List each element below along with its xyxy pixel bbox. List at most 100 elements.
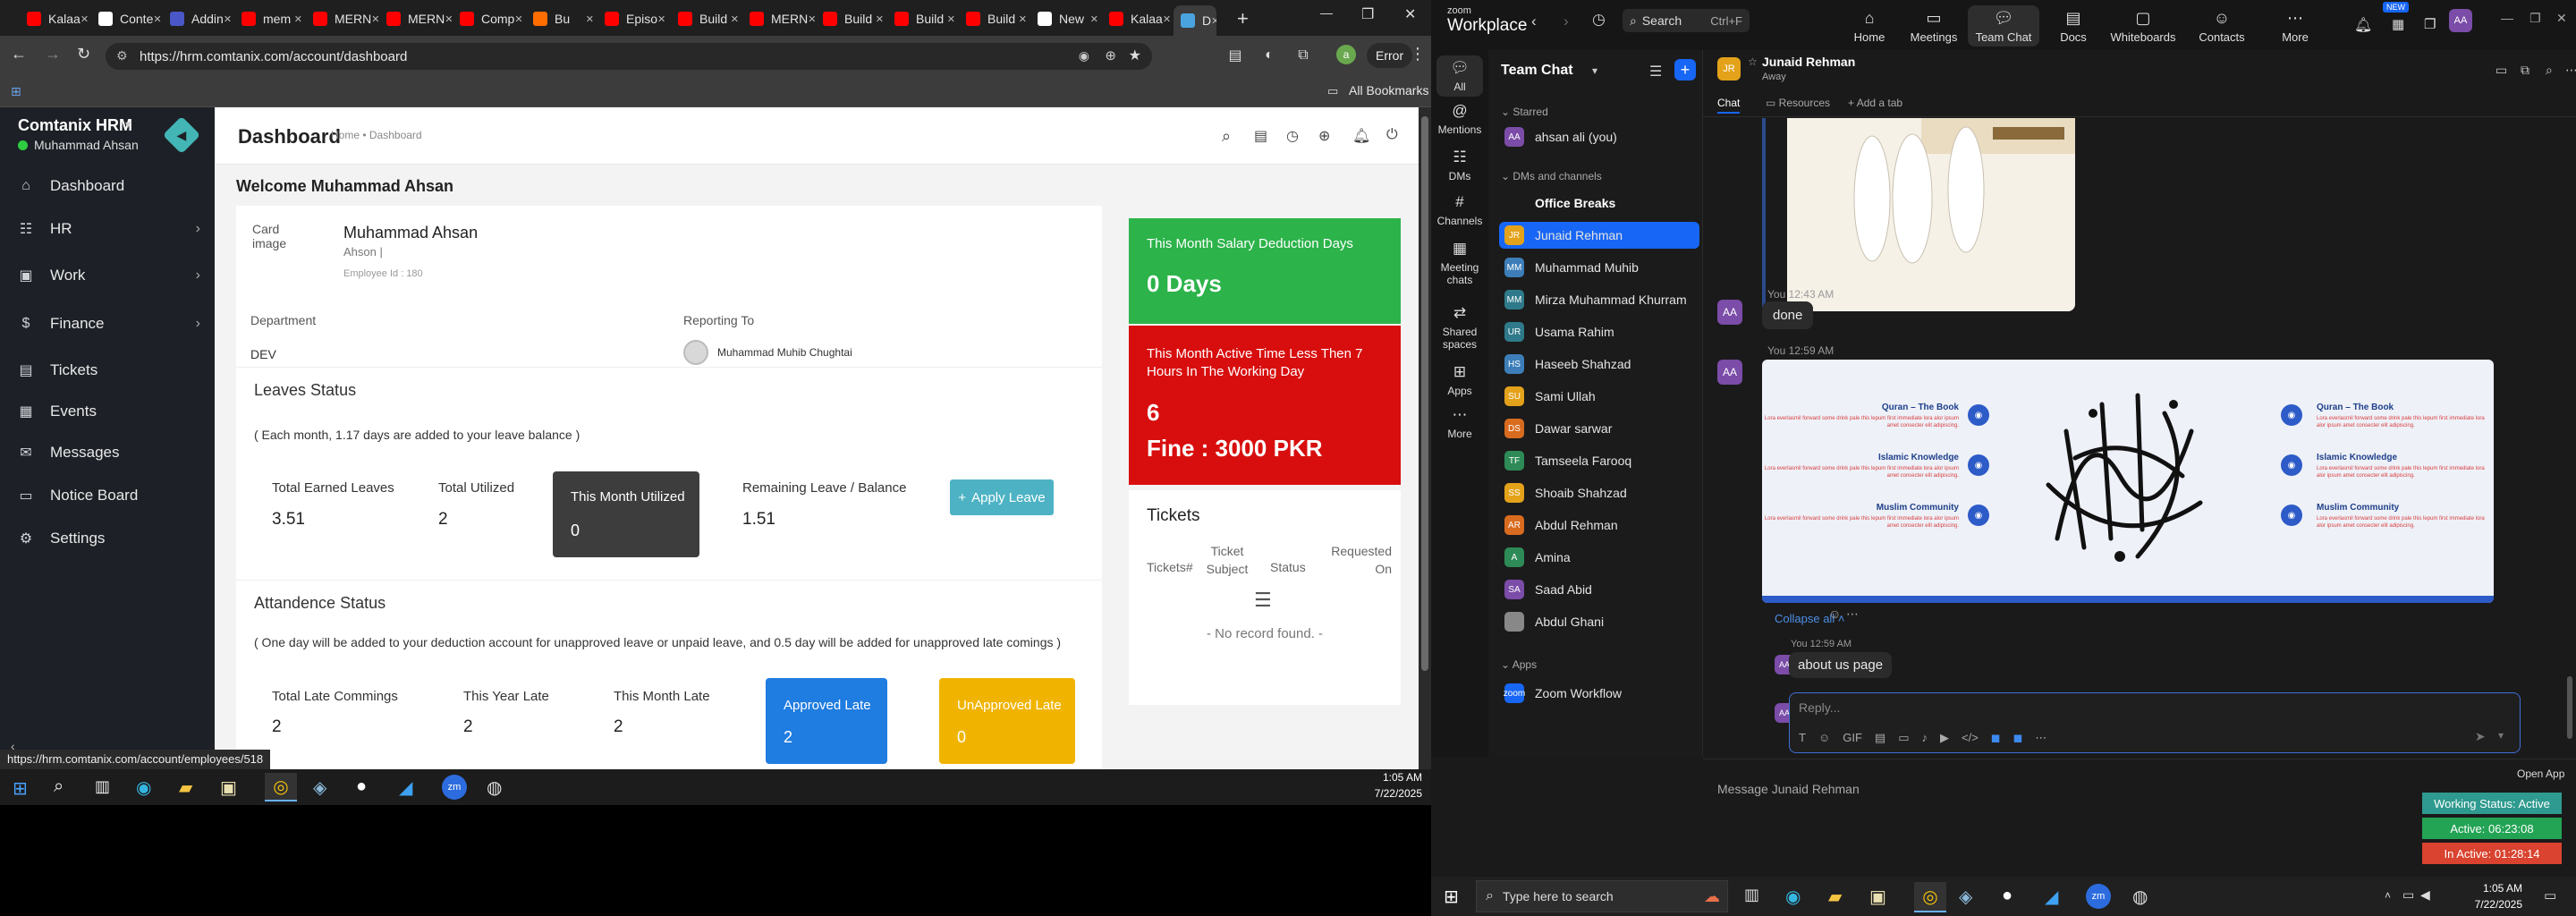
store-icon[interactable]: ▣: [220, 776, 237, 799]
send-icon[interactable]: ➤: [2475, 729, 2486, 744]
sidebar-item-dashboard[interactable]: ⌂ Dashboard: [0, 165, 215, 208]
chevron-down-icon[interactable]: ▾: [1592, 64, 1597, 77]
more-icon[interactable]: ⋯: [1846, 606, 1859, 622]
zoom-taskbar-icon[interactable]: zm: [442, 775, 467, 800]
code-icon[interactable]: </>: [1962, 731, 1979, 749]
file-explorer-icon[interactable]: ▰: [179, 776, 192, 799]
network-icon[interactable]: ▭: [2402, 887, 2414, 903]
shared-image[interactable]: Quran – The Book Lora everlasmil forward …: [1762, 360, 2494, 603]
chrome-taskbar-icon[interactable]: ◎: [1914, 882, 1946, 912]
apps-grid-icon[interactable]: ⊞: [11, 84, 21, 99]
starred-header[interactable]: ⌄ Starred: [1501, 106, 1548, 118]
notification-bell-icon[interactable]: 🔔︎: [2354, 16, 2372, 34]
all-bookmarks-link[interactable]: All Bookmarks: [1349, 83, 1428, 98]
chrome-taskbar-icon[interactable]: ◎: [265, 773, 297, 802]
browser-tab[interactable]: Build ✕: [966, 5, 1032, 32]
browser-tab[interactable]: MERN ✕: [386, 5, 453, 32]
video-message-icon[interactable]: ▶: [1940, 731, 1949, 749]
windows-start-icon[interactable]: ⊞: [1444, 886, 1459, 908]
message-input-placeholder[interactable]: Message Junaid Rehman: [1717, 782, 1860, 796]
zoom-taskbar-icon[interactable]: zm: [2086, 884, 2111, 909]
left-clock-time[interactable]: 1:05 AM: [1351, 771, 1422, 784]
browser-tab[interactable]: mem ✕: [242, 5, 308, 32]
message-bubble[interactable]: done: [1762, 301, 1814, 329]
rail-item-shared-spaces[interactable]: ⇄ Shared spaces: [1431, 304, 1488, 351]
close-icon[interactable]: ✕: [586, 13, 594, 25]
browser-tab[interactable]: Episo ✕: [605, 5, 671, 32]
sidebar-item-events[interactable]: ▦ Events: [0, 390, 215, 433]
maximize-button[interactable]: ❐: [2529, 11, 2541, 26]
channel-item[interactable]: JR Junaid Rehman: [1499, 222, 1699, 249]
browser-tab[interactable]: Bu ✕: [533, 5, 599, 32]
page-scrollbar[interactable]: [1419, 107, 1431, 769]
minimize-button[interactable]: —: [2501, 11, 2513, 25]
chevron-down-icon[interactable]: ▾: [2498, 729, 2504, 742]
close-icon[interactable]: ✕: [876, 13, 884, 25]
more-icon[interactable]: ⋯: [2565, 63, 2576, 78]
gif-icon[interactable]: GIF: [1843, 731, 1862, 749]
channel-item[interactable]: MM Mirza Muhammad Khurram: [1499, 286, 1699, 313]
browser-menu-icon[interactable]: ⋮: [1410, 45, 1426, 64]
volume-icon[interactable]: ◀: [2420, 887, 2430, 903]
message-avatar[interactable]: AA: [1717, 360, 1742, 385]
search-icon[interactable]: ⌕: [2546, 63, 2553, 78]
previous-image[interactable]: [1787, 118, 2075, 311]
profile-extension-icon[interactable]: ◐: [1256, 43, 1283, 68]
channel-item[interactable]: Office Breaks: [1499, 190, 1699, 216]
rail-item-apps[interactable]: ⊞ Apps: [1431, 363, 1488, 397]
app-icon[interactable]: ◈: [1959, 886, 1972, 908]
file-icon[interactable]: ▤: [1875, 731, 1885, 749]
history-icon[interactable]: ◷: [1592, 11, 1606, 29]
task-view-icon[interactable]: ▥: [1744, 886, 1759, 904]
screenshot-icon[interactable]: ▭: [1898, 731, 1909, 749]
app-icon[interactable]: ◼: [2013, 731, 2023, 749]
rail-item-meeting-chats[interactable]: ▦ Meeting chats: [1431, 240, 1488, 286]
reply-box[interactable]: Reply... T ☺ GIF ▤ ▭ ♪ ▶ </> ◼ ◼ ⋯ ➤ ▾: [1789, 692, 2521, 753]
format-icon[interactable]: T: [1799, 731, 1806, 749]
close-icon[interactable]: ✕: [514, 13, 522, 25]
channel-item[interactable]: DS Dawar sarwar: [1499, 415, 1699, 442]
app-icon[interactable]: ◼: [1991, 731, 2001, 749]
chrome-icon[interactable]: ◍: [487, 776, 502, 799]
apply-leave-button[interactable]: + Apply Leave: [950, 479, 1054, 515]
nav-tab-more[interactable]: ⋯ More: [2259, 5, 2331, 47]
back-icon[interactable]: ←: [11, 45, 27, 64]
extension-icon[interactable]: ▤: [1222, 43, 1249, 68]
clock-icon[interactable]: ◷: [1286, 127, 1299, 145]
close-icon[interactable]: ✕: [1090, 13, 1098, 25]
tab-resources[interactable]: ▭ Resources: [1766, 97, 1830, 109]
rail-item-more[interactable]: ⋯ More: [1431, 406, 1488, 440]
emoji-react-icon[interactable]: ☺: [1828, 606, 1841, 621]
scrollbar-thumb[interactable]: [1421, 116, 1428, 671]
more-icon[interactable]: ⋯: [2035, 731, 2046, 749]
close-icon[interactable]: ✕: [731, 13, 739, 25]
channel-item[interactable]: MM Muhammad Muhib: [1499, 254, 1699, 281]
chat-avatar[interactable]: JR: [1717, 57, 1741, 81]
reply-bubble[interactable]: about us page: [1789, 652, 1893, 678]
close-icon[interactable]: ✕: [947, 13, 955, 25]
close-icon[interactable]: ✕: [80, 13, 89, 25]
file-explorer-icon[interactable]: ▰: [1828, 886, 1842, 908]
sidebar-item-messages[interactable]: ✉ Messages: [0, 431, 215, 474]
nav-tab-meetings[interactable]: ▭ Meetings: [1898, 5, 1970, 47]
edge-icon[interactable]: ◉: [1785, 886, 1801, 908]
breadcrumb[interactable]: Home • Dashboard: [331, 129, 422, 141]
calendar-icon[interactable]: ▦: [2392, 16, 2404, 32]
store-icon[interactable]: ▣: [1869, 886, 1886, 908]
news-icon[interactable]: ▤: [1254, 127, 1267, 145]
github-icon[interactable]: ●: [356, 776, 367, 797]
browser-tab[interactable]: Conte ✕: [98, 5, 165, 32]
nav-tab-contacts[interactable]: ☺ Contacts: [2186, 5, 2258, 47]
channel-item[interactable]: UR Usama Rahim: [1499, 318, 1699, 345]
message-avatar[interactable]: AA: [1717, 300, 1742, 325]
address-bar[interactable]: ⚙ https://hrm.comtanix.com/account/dashb…: [106, 43, 1152, 70]
notification-bell-icon[interactable]: 🔔︎: [1352, 127, 1370, 145]
close-icon[interactable]: ✕: [445, 13, 453, 25]
windows-start-icon[interactable]: ⊞: [13, 777, 28, 800]
channel-item[interactable]: zoom Zoom Workflow: [1499, 680, 1699, 707]
browser-tab[interactable]: Comp ✕: [460, 5, 526, 32]
close-window-button[interactable]: ✕: [2556, 11, 2567, 26]
add-circle-icon[interactable]: ⊕: [1318, 127, 1330, 145]
mic-icon[interactable]: ♪: [1922, 731, 1928, 749]
maximize-button[interactable]: ❐: [1361, 5, 1374, 23]
